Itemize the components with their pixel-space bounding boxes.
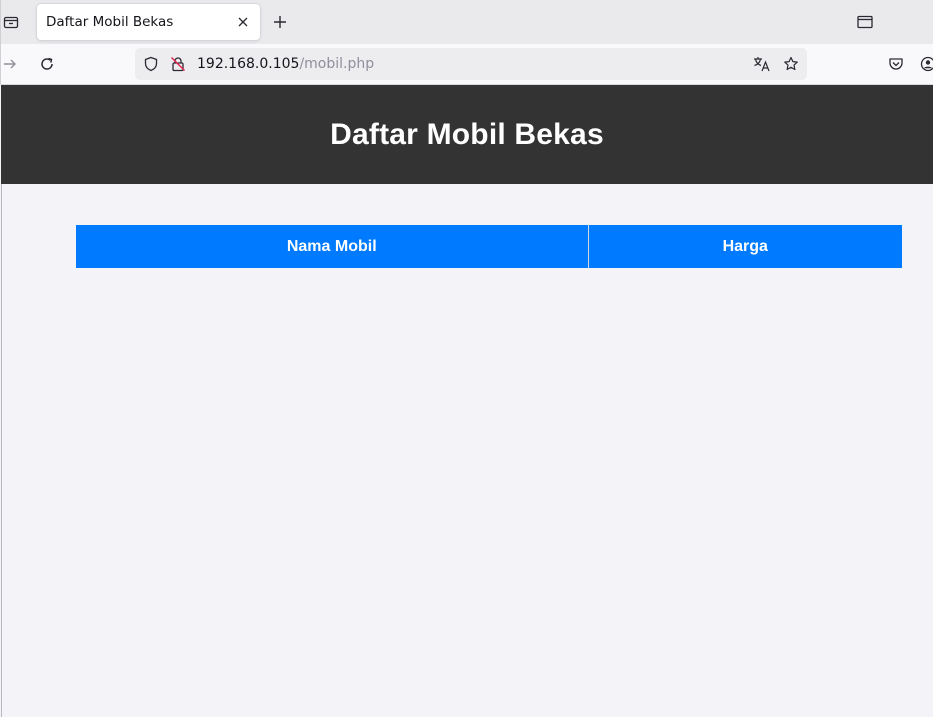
page-body: Nama Mobil Harga [1, 184, 933, 717]
reload-icon[interactable] [35, 52, 59, 76]
column-header-harga: Harga [588, 225, 902, 268]
new-tab-icon[interactable] [269, 11, 291, 33]
insecure-lock-icon[interactable] [169, 55, 187, 73]
page-header: Daftar Mobil Bekas [1, 85, 933, 184]
url-host: 192.168.0.105 [197, 56, 300, 72]
shield-icon[interactable] [142, 55, 160, 73]
tab-strip: Daftar Mobil Bekas [0, 0, 933, 44]
tab-active[interactable]: Daftar Mobil Bekas [37, 4, 260, 40]
translate-icon[interactable] [753, 55, 771, 73]
pocket-icon[interactable] [884, 52, 908, 76]
nav-toolbar: 192.168.0.105/mobil.php [0, 44, 933, 85]
page-title: Daftar Mobil Bekas [330, 117, 604, 151]
url-path: /mobil.php [299, 56, 375, 72]
column-header-nama-mobil: Nama Mobil [76, 225, 589, 268]
window-icon[interactable] [854, 11, 876, 33]
account-icon[interactable] [916, 52, 933, 76]
tab-title: Daftar Mobil Bekas [46, 14, 174, 30]
url-bar[interactable]: 192.168.0.105/mobil.php [135, 48, 807, 80]
close-icon[interactable] [234, 13, 252, 31]
table-header-row: Nama Mobil Harga [76, 225, 902, 268]
forward-icon[interactable] [0, 52, 22, 76]
bookmark-star-icon[interactable] [782, 55, 800, 73]
tab-list-icon[interactable] [1, 11, 21, 33]
car-table: Nama Mobil Harga [76, 225, 902, 268]
url-text[interactable]: 192.168.0.105/mobil.php [197, 56, 374, 72]
